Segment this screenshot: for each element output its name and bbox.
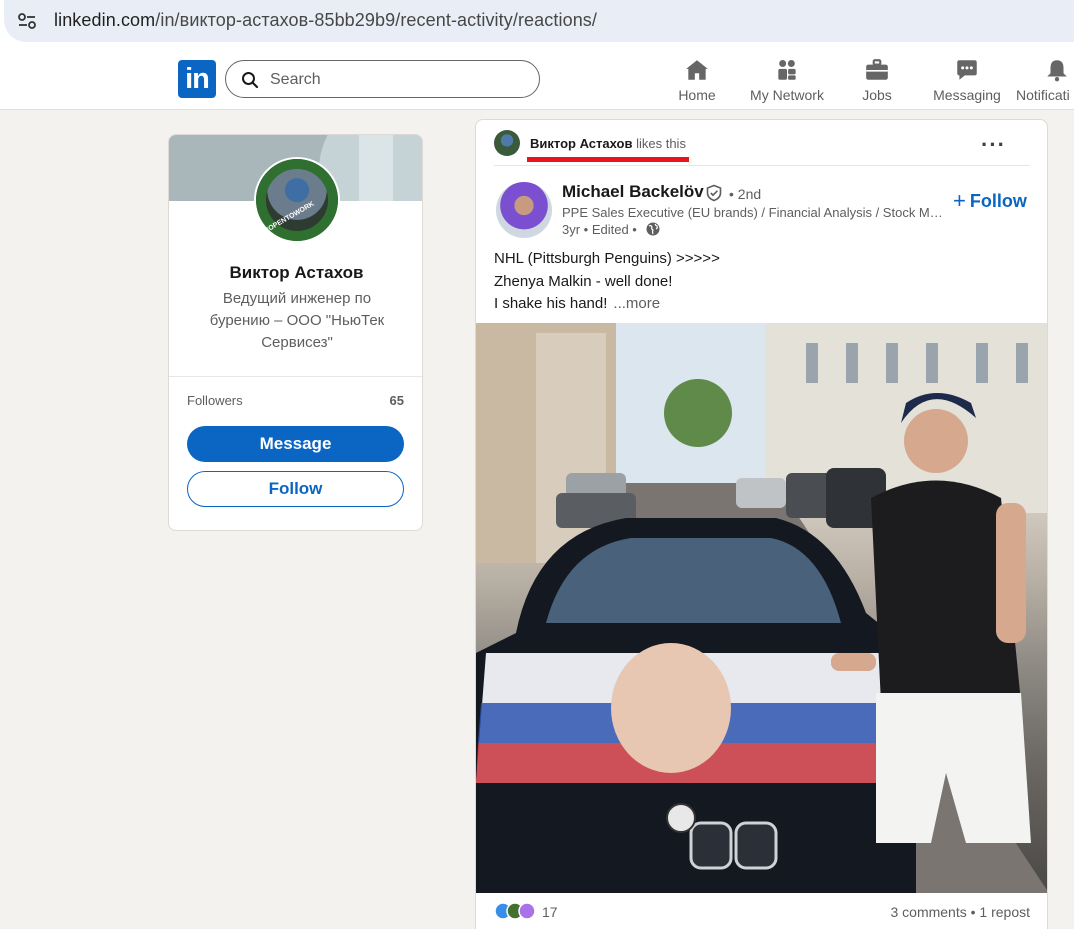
reaction-header: Виктор Астахов likes this ··· [494, 130, 1030, 158]
bell-icon [1047, 60, 1067, 82]
post-follow-label: Follow [969, 191, 1027, 211]
author-name[interactable]: Michael Backelöv [562, 182, 704, 202]
verified-shield-icon [706, 184, 722, 202]
nav-notifications-label: Notificati [1016, 87, 1070, 103]
nav-jobs-label: Jobs [862, 87, 892, 103]
message-button[interactable]: Message [187, 426, 404, 462]
post-image[interactable] [476, 323, 1047, 893]
post-card: Виктор Астахов likes this ··· Michael Ba… [475, 119, 1048, 929]
url-text: linkedin.com/in/виктор-астахов-85bb29b9/… [54, 10, 597, 31]
nav-home[interactable]: Home [672, 57, 722, 105]
see-more-link[interactable]: ...more [613, 295, 660, 312]
reactor-avatar[interactable] [494, 130, 520, 156]
author-headline: PPE Sales Executive (EU brands) / Financ… [562, 205, 944, 220]
network-icon [778, 60, 796, 80]
nav-jobs[interactable]: Jobs [852, 57, 902, 105]
briefcase-icon [866, 59, 888, 80]
globe-icon [646, 222, 660, 236]
social-counts: 17 3 comments • 1 repost [494, 902, 1030, 922]
author-avatar[interactable] [496, 182, 552, 238]
more-options-icon[interactable]: ··· [981, 134, 1006, 156]
profile-name[interactable]: Виктор Астахов [169, 263, 422, 283]
likes-text: Виктор Астахов likes this [530, 136, 686, 151]
post-photo-illustration [476, 323, 1047, 893]
messaging-icon [957, 60, 977, 80]
site-settings-icon[interactable] [16, 10, 38, 32]
search-input[interactable] [270, 69, 530, 91]
nav-my-network-label: My Network [750, 87, 824, 103]
post-text-line-last: I shake his hand! ...more [494, 293, 1024, 316]
search-icon [242, 72, 259, 89]
post-follow-button[interactable]: + Follow [953, 188, 1027, 214]
nav-messaging[interactable]: Messaging [932, 57, 1002, 105]
url-path: /in/виктор-астахов-85bb29b9/recent-activ… [155, 10, 598, 30]
plus-icon: + [953, 188, 966, 213]
followers-count: 65 [389, 393, 404, 408]
profile-headline: Ведущий инженер по бурению – ООО "НьюТек… [209, 290, 385, 351]
url-host: linkedin.com [54, 10, 156, 30]
browser-address-bar: linkedin.com/in/виктор-астахов-85bb29b9/… [0, 0, 1074, 48]
post-meta: 3yr • Edited • [562, 222, 637, 237]
url-field[interactable]: linkedin.com/in/виктор-астахов-85bb29b9/… [4, 0, 1074, 42]
nav-messaging-label: Messaging [933, 87, 1001, 103]
connection-degree: • 2nd [729, 186, 762, 202]
reaction-count[interactable]: 17 [542, 904, 558, 920]
post-text-line: I shake his hand! [494, 295, 608, 312]
nav-home-label: Home [678, 87, 716, 103]
annotation-underline [527, 157, 689, 162]
profile-card: #OPENTOWORK Виктор Астахов Ведущий инжен… [168, 134, 423, 531]
nav-notifications[interactable]: Notificati [1016, 57, 1074, 105]
reaction-verb: likes this [636, 136, 686, 151]
post-text-line: NHL (Pittsburgh Penguins) >>>>> [494, 250, 720, 267]
search-box[interactable] [225, 60, 540, 98]
follow-button[interactable]: Follow [187, 471, 404, 507]
nav-my-network[interactable]: My Network [747, 57, 827, 105]
profile-avatar[interactable]: #OPENTOWORK [254, 157, 340, 243]
home-icon [686, 60, 708, 80]
divider [494, 165, 1030, 166]
post-text: NHL (Pittsburgh Penguins) >>>>> Zhenya M… [494, 248, 1024, 316]
divider [169, 376, 422, 377]
comments-reposts[interactable]: 3 comments • 1 repost [890, 904, 1030, 920]
reaction-icons[interactable] [494, 902, 538, 920]
post-text-line: Zhenya Malkin - well done! [494, 272, 673, 290]
top-nav: in Home My Network Jobs Messaging [0, 48, 1074, 110]
reactor-name[interactable]: Виктор Астахов [530, 136, 632, 151]
followers-label: Followers [187, 393, 243, 408]
linkedin-logo[interactable]: in [178, 60, 216, 98]
